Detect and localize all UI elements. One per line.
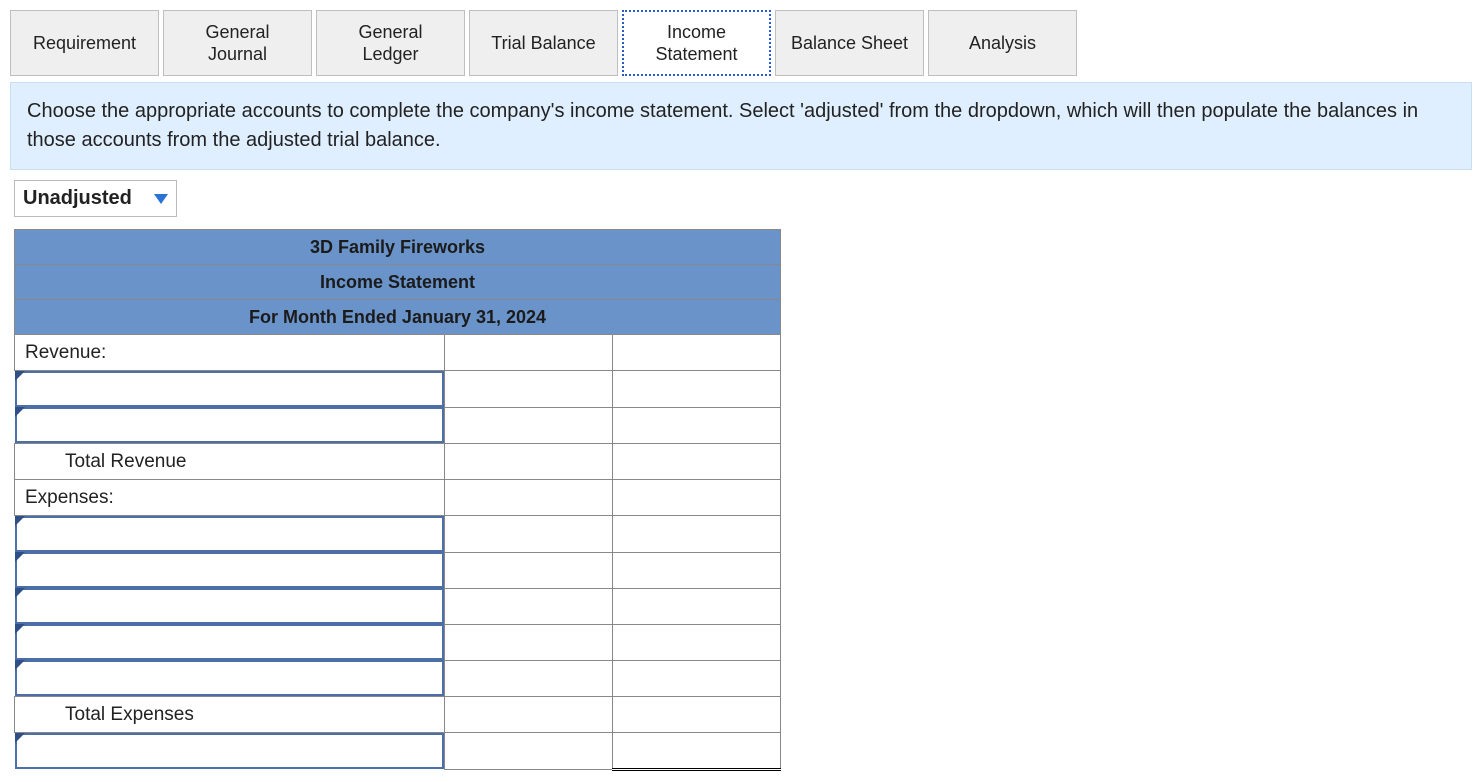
cell-blank bbox=[613, 335, 781, 371]
revenue-account-select-2[interactable] bbox=[15, 407, 445, 443]
adjustment-dropdown[interactable]: Unadjusted bbox=[14, 180, 177, 217]
total-expenses-label: Total Expenses bbox=[15, 697, 445, 733]
cell-blank bbox=[613, 624, 781, 660]
expense-account-select-3[interactable] bbox=[15, 588, 445, 624]
expense-amount-4[interactable] bbox=[445, 624, 613, 660]
tab-label: Income Statement bbox=[655, 21, 737, 66]
tab-label: Trial Balance bbox=[491, 32, 595, 55]
expenses-header: Expenses: bbox=[15, 480, 445, 516]
dropdown-marker-icon bbox=[15, 660, 25, 670]
revenue-amount-1[interactable] bbox=[445, 371, 613, 408]
dropdown-marker-icon bbox=[15, 516, 25, 526]
cell-blank bbox=[613, 371, 781, 408]
dropdown-marker-icon bbox=[15, 371, 25, 381]
income-statement-table: 3D Family Fireworks Income Statement For… bbox=[14, 229, 781, 771]
revenue-account-select-1[interactable] bbox=[15, 371, 445, 407]
tab-balance-sheet[interactable]: Balance Sheet bbox=[775, 10, 924, 76]
revenue-amount-2[interactable] bbox=[445, 407, 613, 444]
expense-account-select-1[interactable] bbox=[15, 516, 445, 552]
tab-label: General Ledger bbox=[358, 21, 422, 66]
revenue-header: Revenue: bbox=[15, 335, 445, 371]
expense-amount-1[interactable] bbox=[445, 516, 613, 553]
cell-blank bbox=[613, 660, 781, 697]
expense-account-select-5[interactable] bbox=[15, 660, 445, 696]
cell-blank bbox=[613, 480, 781, 516]
tab-label: General Journal bbox=[205, 21, 269, 66]
expense-account-select-4[interactable] bbox=[15, 624, 445, 660]
expense-account-select-2[interactable] bbox=[15, 552, 445, 588]
cell-blank bbox=[613, 407, 781, 444]
tab-general-ledger[interactable]: General Ledger bbox=[316, 10, 465, 76]
cell-blank bbox=[613, 552, 781, 588]
expense-amount-5[interactable] bbox=[445, 660, 613, 697]
chevron-down-icon bbox=[154, 194, 168, 204]
tab-bar: Requirement General Journal General Ledg… bbox=[10, 10, 1472, 76]
instruction-text: Choose the appropriate accounts to compl… bbox=[27, 100, 1418, 151]
tab-income-statement[interactable]: Income Statement bbox=[622, 10, 771, 76]
total-revenue-label: Total Revenue bbox=[15, 444, 445, 480]
instruction-banner: Choose the appropriate accounts to compl… bbox=[10, 82, 1472, 170]
tab-general-journal[interactable]: General Journal bbox=[163, 10, 312, 76]
total-revenue-amount bbox=[613, 444, 781, 480]
net-income-amount bbox=[613, 733, 781, 770]
cell-blank bbox=[613, 588, 781, 624]
cell-blank bbox=[445, 444, 613, 480]
cell-blank bbox=[445, 480, 613, 516]
dropdown-marker-icon bbox=[15, 733, 25, 743]
tab-analysis[interactable]: Analysis bbox=[928, 10, 1077, 76]
dropdown-marker-icon bbox=[15, 624, 25, 634]
net-income-select[interactable] bbox=[15, 733, 445, 769]
dropdown-marker-icon bbox=[15, 588, 25, 598]
expense-amount-2[interactable] bbox=[445, 552, 613, 588]
total-expenses-amount bbox=[613, 697, 781, 733]
dropdown-marker-icon bbox=[15, 407, 25, 417]
dropdown-label: Unadjusted bbox=[23, 187, 132, 210]
tab-label: Analysis bbox=[969, 32, 1036, 55]
cell-blank bbox=[445, 697, 613, 733]
tab-label: Requirement bbox=[33, 32, 136, 55]
tab-trial-balance[interactable]: Trial Balance bbox=[469, 10, 618, 76]
cell-blank bbox=[445, 733, 613, 770]
cell-blank bbox=[613, 516, 781, 553]
tab-label: Balance Sheet bbox=[791, 32, 908, 55]
expense-amount-3[interactable] bbox=[445, 588, 613, 624]
statement-period: For Month Ended January 31, 2024 bbox=[15, 300, 781, 335]
statement-title: Income Statement bbox=[15, 265, 781, 300]
company-name: 3D Family Fireworks bbox=[15, 230, 781, 265]
dropdown-marker-icon bbox=[15, 552, 25, 562]
tab-requirement[interactable]: Requirement bbox=[10, 10, 159, 76]
cell-blank bbox=[445, 335, 613, 371]
